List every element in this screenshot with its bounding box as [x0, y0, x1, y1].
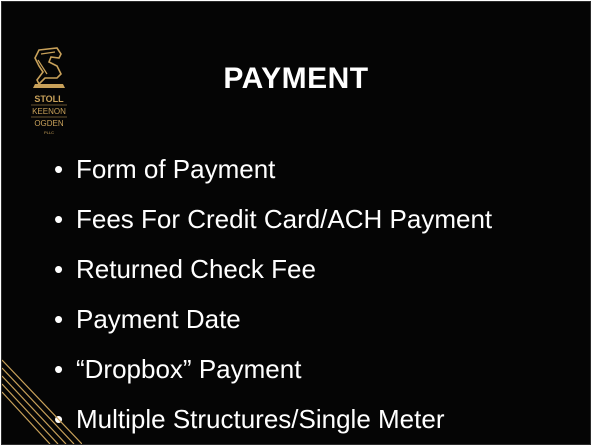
bullet-text: Payment Date — [76, 304, 241, 334]
bullet-list: • Form of Payment • Fees For Credit Card… — [54, 144, 492, 444]
bullet-text: Form of Payment — [76, 154, 276, 184]
bullet-icon: • — [54, 204, 64, 234]
slide-title: PAYMENT — [223, 62, 369, 95]
logo-line-4: PLLC — [44, 130, 54, 135]
bullet-item: • Payment Date — [54, 294, 492, 344]
bullet-icon: • — [54, 354, 64, 384]
bullet-item: • Multiple Structures/Single Meter — [54, 394, 492, 444]
slide: STOLL KEENON OGDEN PLLC PAYMENT • Form o… — [1, 1, 591, 445]
bullet-text: Returned Check Fee — [76, 254, 316, 284]
bullet-text: Multiple Structures/Single Meter — [76, 404, 445, 434]
bullet-item: • Returned Check Fee — [54, 244, 492, 294]
logo-line-3: OGDEN — [34, 119, 64, 128]
bullet-item: • Fees For Credit Card/ACH Payment — [54, 194, 492, 244]
logo-line-2: KEENON — [32, 107, 66, 116]
bullet-icon: • — [54, 254, 64, 284]
bullet-icon: • — [54, 304, 64, 334]
bullet-icon: • — [54, 404, 64, 434]
bullet-item: • “Dropbox” Payment — [54, 344, 492, 394]
bullet-item: • Form of Payment — [54, 144, 492, 194]
bullet-text: “Dropbox” Payment — [76, 354, 302, 384]
bullet-icon: • — [54, 154, 64, 184]
bullet-text: Fees For Credit Card/ACH Payment — [76, 204, 493, 234]
